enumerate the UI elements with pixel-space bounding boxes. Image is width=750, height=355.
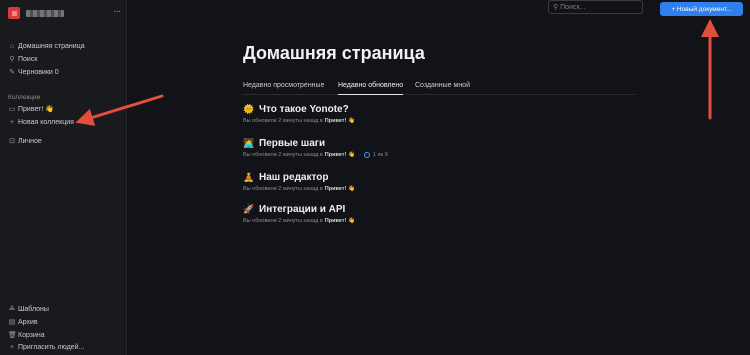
search-icon: ⚲: [553, 4, 559, 11]
sidebar-item-personal[interactable]: ⊡ Личное: [8, 136, 42, 146]
sidebar-item-label: Шаблоны: [18, 305, 49, 313]
document-item[interactable]: 🧘 Наш редактор Вы обновили 2 минуты наза…: [243, 172, 355, 192]
sidebar-item-archive[interactable]: ▤ Архив: [8, 317, 38, 327]
trash-icon: 🗑: [8, 332, 17, 339]
sidebar-item-label: Корзина: [18, 331, 45, 339]
workspace-logo: [8, 7, 20, 19]
pencil-icon: ✎: [9, 69, 15, 76]
sidebar-item-home[interactable]: ⌂ Домашняя страница: [8, 41, 85, 51]
document-title[interactable]: Первые шаги: [259, 138, 325, 149]
progress-text: 1 из 9: [372, 152, 388, 158]
wave-emoji-icon: 👋: [348, 186, 356, 192]
workspace-name-blurred: [26, 9, 64, 17]
sidebar-item-search[interactable]: ⚲ Поиск: [8, 54, 37, 64]
technologist-emoji-icon: 🧑‍💻: [243, 138, 255, 148]
document-meta: Вы обновили 2 минуты назад в Привет! 👋: [243, 218, 355, 224]
document-meta: Вы обновили 2 минуты назад в Привет! 👋: [243, 186, 355, 192]
sidebar-item-drafts[interactable]: ✎ Черновики 0: [8, 67, 59, 77]
templates-icon: ⟁: [8, 305, 16, 312]
meditation-emoji-icon: 🧘: [243, 172, 255, 182]
document-collection-link[interactable]: Привет!: [325, 218, 347, 224]
workspace-more-icon[interactable]: ···: [113, 7, 121, 17]
document-title[interactable]: Наш редактор: [259, 172, 328, 183]
document-meta-text: Вы обновили 2 минуты назад в: [243, 186, 323, 192]
sun-emoji-icon: 🌞: [243, 104, 255, 114]
archive-icon: ▤: [8, 319, 16, 326]
lock-icon: ⊡: [9, 138, 15, 145]
sidebar-item-invite[interactable]: + Пригласить людей...: [8, 342, 84, 352]
sidebar-item-label: Черновики 0: [18, 68, 59, 76]
wave-emoji-icon: 👋: [348, 118, 356, 124]
document-meta-text: Вы обновили 2 минуты назад в: [243, 118, 323, 124]
sidebar-item-label: Личное: [18, 137, 42, 145]
document-item[interactable]: 🚀 Интеграции и API Вы обновили 2 минуты …: [243, 204, 355, 224]
invite-icon: +: [9, 343, 15, 351]
document-meta: Вы обновили 2 минуты назад в Привет! 👋 ·…: [243, 152, 388, 158]
search-input[interactable]: ⚲ Поиск...: [548, 0, 643, 14]
tab-bar: Недавно просмотренные Недавно обновлено …: [243, 82, 636, 95]
document-item[interactable]: 🌞 Что такое Yonote? Вы обновили 2 минуты…: [243, 104, 355, 124]
document-meta: Вы обновили 2 минуты назад в Привет! 👋: [243, 118, 355, 124]
workspace-switcher[interactable]: [8, 7, 64, 19]
tab-created-by-me[interactable]: Созданные мной: [415, 82, 470, 95]
wave-emoji-icon: 👋: [348, 218, 356, 224]
document-collection-link[interactable]: Привет!: [325, 118, 347, 124]
sidebar-item-trash[interactable]: 🗑 Корзина: [8, 330, 45, 340]
sidebar-item-label: Пригласить людей...: [18, 343, 85, 351]
sidebar-item-collection-hello[interactable]: ▭ Привет! 👋: [8, 104, 54, 114]
plus-icon: +: [9, 118, 15, 126]
document-meta-text: Вы обновили 2 минуты назад в: [243, 152, 323, 158]
document-title[interactable]: Что такое Yonote?: [259, 104, 349, 115]
collection-icon: ▭: [8, 106, 16, 113]
new-document-button[interactable]: + Новый документ...: [660, 2, 743, 16]
sidebar-item-label: Архив: [18, 318, 38, 326]
sidebar-item-label: Новая коллекция: [18, 118, 74, 126]
document-collection-link[interactable]: Привет!: [325, 152, 347, 158]
sidebar-item-new-collection[interactable]: + Новая коллекция: [8, 117, 74, 127]
document-item[interactable]: 🧑‍💻 Первые шаги Вы обновили 2 минуты наз…: [243, 138, 388, 158]
tab-recently-updated[interactable]: Недавно обновлено: [338, 82, 404, 95]
checklist-progress: · 1 из 9: [359, 152, 388, 158]
sidebar-item-label: Привет! 👋: [18, 106, 54, 113]
rocket-emoji-icon: 🚀: [243, 204, 255, 214]
sidebar: ··· ⌂ Домашняя страница ⚲ Поиск ✎ Чернов…: [0, 0, 127, 355]
collections-heading: Коллекции: [8, 94, 41, 101]
tab-recently-viewed[interactable]: Недавно просмотренные: [243, 82, 324, 95]
sidebar-item-label: Поиск: [18, 55, 38, 63]
document-title[interactable]: Интеграции и API: [259, 204, 345, 215]
page-title: Домашняя страница: [243, 43, 425, 63]
document-meta-text: Вы обновили 2 минуты назад в: [243, 218, 323, 224]
search-placeholder: Поиск...: [560, 3, 586, 11]
sidebar-item-label: Домашняя страница: [18, 42, 85, 50]
wave-emoji-icon: 👋: [348, 152, 356, 158]
document-collection-link[interactable]: Привет!: [325, 186, 347, 192]
progress-ring-icon: [363, 152, 370, 158]
search-icon: ⚲: [9, 56, 15, 63]
home-icon: ⌂: [9, 42, 15, 50]
sidebar-item-templates[interactable]: ⟁ Шаблоны: [8, 304, 49, 314]
